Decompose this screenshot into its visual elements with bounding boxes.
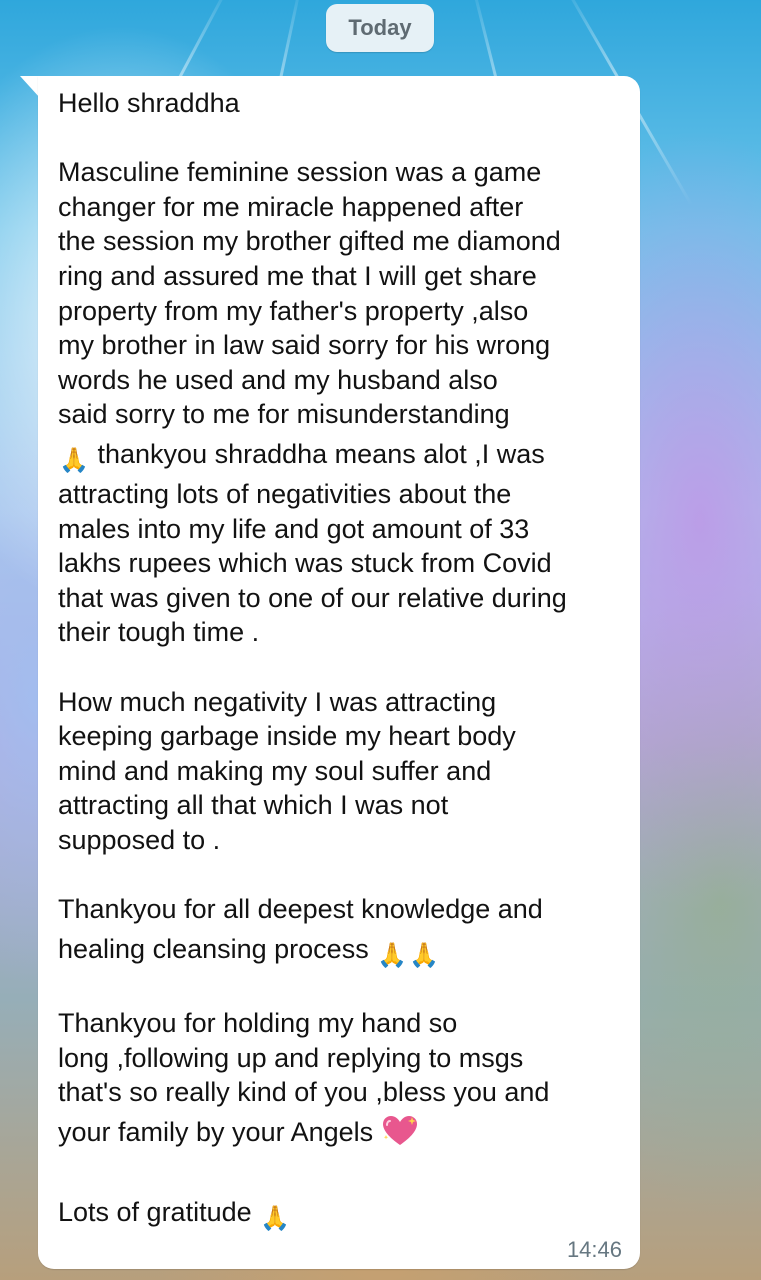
message-timestamp: 14:46 <box>566 1237 622 1262</box>
sparkling-heart-icon <box>381 1115 419 1147</box>
message-text: Hello shraddha Masculine feminine sessio… <box>58 86 638 1235</box>
text-line: property from my father's property ,also <box>58 295 529 326</box>
folded-hands-icon: 🙏 <box>409 940 440 969</box>
text-line: attracting all that which I was not <box>58 790 449 821</box>
folded-hands-icon: 🙏 <box>377 940 408 969</box>
text-line: males into my life and got amount of 33 <box>58 513 530 544</box>
text-line: attracting lots of negativities about th… <box>58 478 512 509</box>
folded-hands-icon: 🙏 <box>260 1203 291 1232</box>
text-line: supposed to . <box>58 824 221 855</box>
text-line-with-emoji: healing cleansing process 🙏🙏 <box>58 933 440 969</box>
text-line-with-emoji: Lots of gratitude 🙏 <box>58 1196 291 1232</box>
greeting-line: Hello shraddha <box>58 88 240 118</box>
text-line: keeping garbage inside my heart body <box>58 721 516 752</box>
text-line: Masculine feminine session was a game <box>58 157 542 188</box>
date-separator-chip: Today <box>326 4 434 52</box>
incoming-message-bubble[interactable]: Hello shraddha Masculine feminine sessio… <box>38 76 640 1269</box>
text-line: their tough time . <box>58 617 260 648</box>
text-line-with-emoji: your family by your Angels <box>58 1110 638 1155</box>
text-line: Thankyou for all deepest knowledge and <box>58 894 543 925</box>
folded-hands-icon: 🙏 <box>59 445 89 474</box>
text-line: that's so really kind of you ,bless you … <box>58 1077 550 1108</box>
text-line: Thankyou for holding my hand so <box>58 1008 458 1039</box>
text-line-with-emoji: 🙏 thankyou shraddha means alot ,I was <box>59 438 545 474</box>
text-line: long ,following up and replying to msgs <box>58 1042 524 1073</box>
text-line: said sorry to me for misunderstanding <box>58 399 510 430</box>
text-line: ring and assured me that I will get shar… <box>58 260 537 291</box>
text-line: words he used and my husband also <box>58 364 498 395</box>
text-line: mind and making my soul suffer and <box>58 755 492 786</box>
text-line: changer for me miracle happened after <box>58 191 524 222</box>
text-line: lakhs rupees which was stuck from Covid <box>58 548 552 579</box>
bubble-tail <box>20 76 40 98</box>
text-line: my brother in law said sorry for his wro… <box>58 330 551 361</box>
text-line: that was given to one of our relative du… <box>58 582 567 613</box>
text-line: the session my brother gifted me diamond <box>58 226 561 257</box>
text-line: How much negativity I was attracting <box>58 686 497 717</box>
